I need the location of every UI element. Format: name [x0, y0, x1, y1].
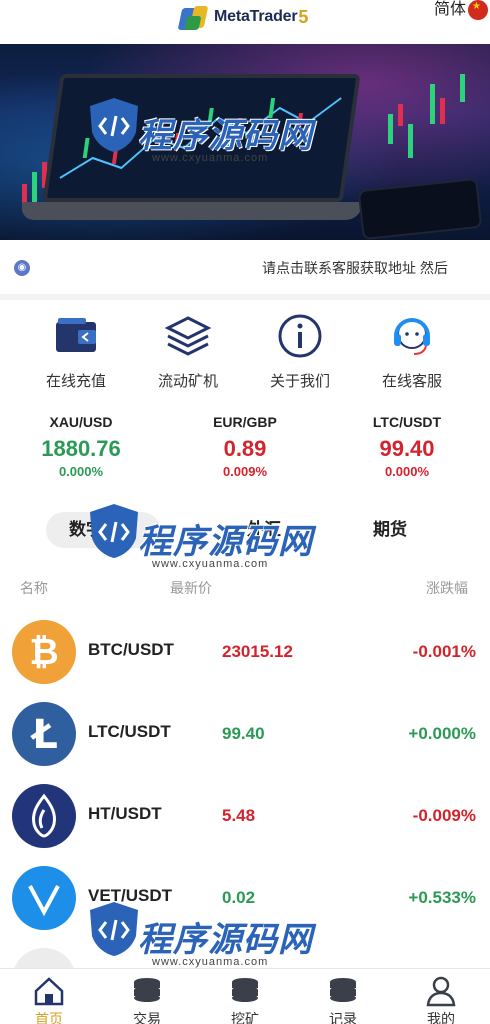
- pair-price: 23015.12: [222, 642, 293, 661]
- nav-label: 交易: [133, 1011, 161, 1024]
- ticker-symbol: EUR/GBP: [213, 414, 277, 430]
- quick-action-about-us[interactable]: 关于我们: [250, 312, 350, 391]
- ticker-change: 0.000%: [58, 464, 104, 479]
- partial-coin-icon: [12, 948, 76, 968]
- pair-change: -0.001%: [412, 642, 476, 661]
- nav-profile[interactable]: 我的: [392, 975, 490, 1024]
- table-row[interactable]: ₿ BTC/USDT 23015.12 -0.001%: [0, 620, 490, 702]
- column-change-header: 涨跌幅: [426, 580, 468, 596]
- market-tabs: 数字货币 外汇 期货: [0, 512, 490, 556]
- records-icon: [326, 975, 360, 1007]
- table-row[interactable]: Ł LTC/USDT 99.40 +0.000%: [0, 702, 490, 784]
- pair-change: -0.009%: [412, 806, 476, 825]
- quick-action-label: 关于我们: [269, 373, 330, 390]
- china-flag-icon[interactable]: [468, 0, 488, 20]
- pair-change: +0.533%: [408, 888, 476, 907]
- column-name-header: 名称: [20, 580, 48, 596]
- pair-name: VET/USDT: [88, 886, 173, 905]
- announcement-bar[interactable]: ◉ 请点击联系客服获取地址 然后: [0, 250, 490, 286]
- nav-label: 首页: [35, 1011, 63, 1024]
- headset-icon: [388, 312, 436, 360]
- pair-change: +0.000%: [408, 724, 476, 743]
- ticker-symbol: LTC/USDT: [372, 414, 442, 430]
- announcement-text: 请点击联系客服获取地址 然后: [262, 260, 448, 276]
- logo-text: MetaTrader: [214, 8, 298, 25]
- nav-trade[interactable]: 交易: [98, 975, 196, 1024]
- ticker-price: 1880.76: [41, 436, 121, 461]
- nav-label: 我的: [427, 1011, 455, 1024]
- language-switcher[interactable]: 简体: [434, 0, 466, 22]
- hero-banner[interactable]: [0, 44, 490, 240]
- ticker-price: 0.89: [223, 436, 267, 461]
- bottom-navigation: 首页 交易 挖矿 记录 我的: [0, 968, 490, 1024]
- nav-records[interactable]: 记录: [294, 975, 392, 1024]
- quick-action-liquidity-mining[interactable]: 流动矿机: [138, 312, 238, 391]
- quick-action-label: 流动矿机: [157, 373, 218, 390]
- table-row[interactable]: HT/USDT 5.48 -0.009%: [0, 784, 490, 866]
- tab-digital-currency[interactable]: 数字货币: [46, 512, 160, 548]
- table-row[interactable]: VET/USDT 0.02 +0.533%: [0, 866, 490, 948]
- nav-mining[interactable]: 挖矿: [196, 975, 294, 1024]
- section-divider: [0, 294, 490, 300]
- ticker-change: 0.009%: [222, 464, 268, 479]
- table-header: 名称 最新价 涨跌幅: [0, 578, 490, 602]
- pair-price: 99.40: [222, 724, 265, 743]
- info-icon: [276, 312, 324, 360]
- watermark-url: www.cxyuanma.com: [152, 558, 269, 570]
- column-price-header: 最新价: [170, 580, 212, 596]
- watermark-url: www.cxyuanma.com: [152, 956, 269, 968]
- pair-price: 5.48: [222, 806, 256, 825]
- language-label: 简体: [433, 1, 466, 18]
- ticker-xau-usd[interactable]: XAU/USD 1880.76 0.000%: [6, 414, 156, 479]
- user-icon: [424, 975, 458, 1007]
- metatrader-logo[interactable]: MetaTrader 5: [176, 0, 308, 34]
- home-icon: [32, 975, 66, 1007]
- quick-actions: 在线充值 流动矿机 关于我们 在线客服: [0, 312, 490, 398]
- tab-forex[interactable]: 外汇: [214, 512, 314, 548]
- quick-action-recharge[interactable]: 在线充值: [26, 312, 126, 391]
- layers-icon: [164, 312, 212, 360]
- quick-action-label: 在线客服: [381, 373, 442, 390]
- tab-futures[interactable]: 期货: [340, 512, 440, 548]
- nav-home[interactable]: 首页: [0, 975, 98, 1024]
- quick-action-label: 在线充值: [45, 373, 106, 390]
- huobi-token-icon: [12, 784, 76, 848]
- bitcoin-icon: ₿: [12, 620, 76, 684]
- ticker-price: 99.40: [379, 436, 435, 461]
- pair-name: LTC/USDT: [88, 722, 171, 741]
- announcement-icon: ◉: [14, 260, 30, 276]
- mining-icon: [228, 975, 262, 1007]
- nav-label: 记录: [329, 1011, 357, 1024]
- wallet-icon: [52, 312, 100, 360]
- ticker-change: 0.000%: [384, 464, 430, 479]
- ticker-ltc-usdt[interactable]: LTC/USDT 99.40 0.000%: [332, 414, 482, 479]
- ticker-symbol: XAU/USD: [49, 414, 113, 430]
- vechain-icon: [12, 866, 76, 930]
- nav-label: 挖矿: [231, 1011, 259, 1024]
- logo-version: 5: [298, 6, 309, 27]
- coins-stack-icon: [130, 975, 164, 1007]
- svg-text:₿: ₿: [29, 632, 58, 673]
- pair-price: 0.02: [222, 888, 256, 907]
- laptop-graphic: [19, 74, 370, 224]
- svg-text:Ł: Ł: [30, 712, 58, 758]
- metatrader-logo-icon: [176, 2, 212, 32]
- app-header: MetaTrader 5 简体: [0, 0, 490, 44]
- ticker-eur-gbp[interactable]: EUR/GBP 0.89 0.009%: [170, 414, 320, 479]
- market-tickers: XAU/USD 1880.76 0.000% EUR/GBP 0.89 0.00…: [0, 414, 490, 494]
- pair-name: HT/USDT: [88, 804, 162, 823]
- quick-action-online-service[interactable]: 在线客服: [362, 312, 462, 391]
- litecoin-icon: Ł: [12, 702, 76, 766]
- pair-name: BTC/USDT: [88, 640, 174, 659]
